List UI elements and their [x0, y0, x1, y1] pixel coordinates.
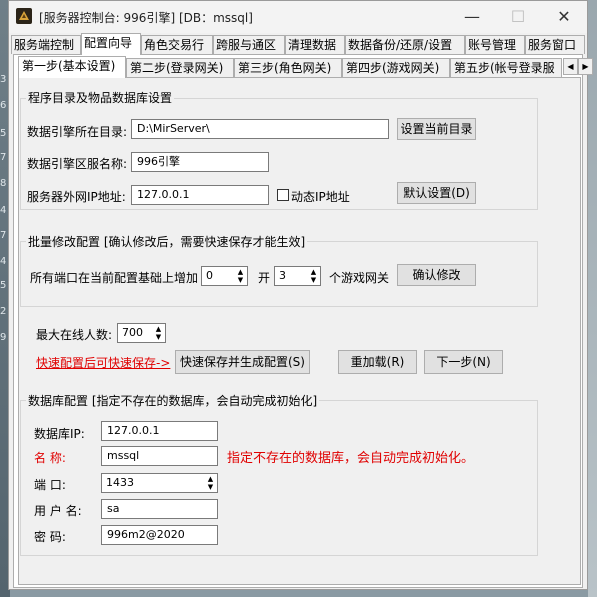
db-name-input[interactable]: mssql	[101, 446, 218, 466]
tab-step5-account-login[interactable]: 第五步(帐号登录服	[450, 58, 562, 77]
sub-tab-bar: 第一步(基本设置) 第二步(登录网关) 第三步(角色网关) 第四步(游戏网关) …	[18, 56, 593, 78]
close-button[interactable]: ✕	[541, 1, 587, 31]
tab-data-backup[interactable]: 数据备份/还原/设置	[345, 35, 465, 54]
gateway-count-value: 3	[279, 269, 286, 282]
quick-save-hint-link[interactable]: 快速配置后可快速保存->	[36, 354, 170, 371]
db-user-label: 用 户 名:	[34, 504, 82, 518]
confirm-modify-button[interactable]: 确认修改	[397, 264, 476, 286]
db-ip-label: 数据库IP:	[34, 427, 85, 441]
db-port-value: 1433	[106, 476, 134, 489]
spinner-arrows-icon[interactable]: ▲ ▼	[205, 475, 216, 491]
tab-server-control[interactable]: 服务端控制	[11, 35, 81, 54]
window-title: [服务器控制台: 996引擎] [DB：mssql]	[39, 11, 253, 25]
db-port-label: 端 口:	[34, 478, 66, 492]
gateway-suffix-label: 个游戏网关	[329, 271, 390, 285]
port-increase-value: 0	[206, 269, 213, 282]
engine-dir-input[interactable]: D:\MirServer\	[131, 119, 389, 139]
port-increase-spinner[interactable]: 0 ▲ ▼	[201, 266, 248, 286]
title-bar[interactable]: [服务器控制台: 996引擎] [DB：mssql] — ☐ ✕	[9, 1, 587, 33]
gateway-count-spinner[interactable]: 3 ▲ ▼	[274, 266, 321, 286]
desktop-background-right	[588, 0, 597, 597]
dynamic-ip-checkbox[interactable]	[277, 189, 289, 201]
tab-step4-game-gateway[interactable]: 第四步(游戏网关)	[342, 58, 450, 77]
tab-step2-login-gateway[interactable]: 第二步(登录网关)	[126, 58, 234, 77]
tab-clean-data[interactable]: 清理数据	[285, 35, 345, 54]
spinner-arrows-icon[interactable]: ▲ ▼	[308, 268, 319, 284]
spinner-arrows-icon[interactable]: ▲ ▼	[235, 268, 246, 284]
db-name-hint: 指定不存在的数据库，会自动完成初始化。	[227, 451, 475, 466]
tab-config-wizard[interactable]: 配置向导	[81, 33, 141, 55]
tab-scroll-arrows: ◀ ▶	[563, 58, 593, 75]
tab-cross-server[interactable]: 跨服与通区	[213, 35, 285, 54]
step1-panel: 程序目录及物品数据库设置 数据引擎所在目录: D:\MirServer\ 设置当…	[18, 77, 581, 585]
tab-step1-basic[interactable]: 第一步(基本设置)	[18, 56, 126, 78]
db-port-spinner[interactable]: 1433 ▲ ▼	[101, 473, 218, 493]
server-name-input[interactable]: 996引擎	[131, 152, 269, 172]
db-ip-input[interactable]: 127.0.0.1	[101, 421, 218, 441]
tab-scroll-left-icon[interactable]: ◀	[563, 58, 578, 75]
tab-scroll-right-icon[interactable]: ▶	[578, 58, 593, 75]
max-online-label: 最大在线人数:	[36, 328, 113, 342]
db-password-input[interactable]: 996m2@2020	[101, 525, 218, 545]
default-settings-button[interactable]: 默认设置(D)	[397, 182, 476, 204]
next-step-button[interactable]: 下一步(N)	[424, 350, 503, 374]
maximize-button: ☐	[510, 6, 526, 26]
engine-dir-label: 数据引擎所在目录:	[27, 125, 128, 139]
server-name-label: 数据引擎区服名称:	[27, 157, 128, 171]
database-group-title: 数据库配置 [指定不存在的数据库，会自动完成初始化]	[26, 392, 320, 409]
server-console-window: [服务器控制台: 996引擎] [DB：mssql] — ☐ ✕ 服务端控制 配…	[8, 0, 593, 590]
tab-account-management[interactable]: 账号管理	[465, 35, 525, 54]
set-current-dir-button[interactable]: 设置当前目录	[397, 118, 476, 140]
max-online-value: 700	[122, 326, 143, 339]
tab-trade-market[interactable]: 角色交易行	[141, 35, 213, 54]
db-name-label: 名 称:	[34, 451, 66, 465]
reload-button[interactable]: 重加载(R)	[338, 350, 417, 374]
port-increase-label: 所有端口在当前配置基础上增加	[30, 271, 199, 285]
external-ip-label: 服务器外网IP地址:	[27, 190, 126, 204]
external-ip-input[interactable]: 127.0.0.1	[131, 185, 269, 205]
db-password-label: 密 码:	[34, 530, 66, 544]
tab-service-window[interactable]: 服务窗口	[525, 35, 585, 54]
main-tab-bar: 服务端控制 配置向导 角色交易行 跨服与通区 清理数据 数据备份/还原/设置 账…	[11, 33, 587, 55]
program-directory-group-title: 程序目录及物品数据库设置	[26, 89, 175, 106]
minimize-button[interactable]: —	[449, 1, 495, 31]
db-user-input[interactable]: sa	[101, 499, 218, 519]
open-label: 开	[258, 271, 271, 285]
tab-step3-role-gateway[interactable]: 第三步(角色网关)	[234, 58, 342, 77]
batch-modify-group-title: 批量修改配置 [确认修改后，需要快速保存才能生效]	[26, 233, 308, 250]
save-generate-button[interactable]: 快速保存并生成配置(S)	[175, 350, 310, 374]
database-group	[20, 400, 538, 556]
app-icon	[16, 8, 32, 24]
dynamic-ip-label: 动态IP地址	[291, 190, 350, 204]
max-online-spinner[interactable]: 700 ▲ ▼	[117, 323, 166, 343]
spinner-arrows-icon[interactable]: ▲ ▼	[153, 325, 164, 341]
